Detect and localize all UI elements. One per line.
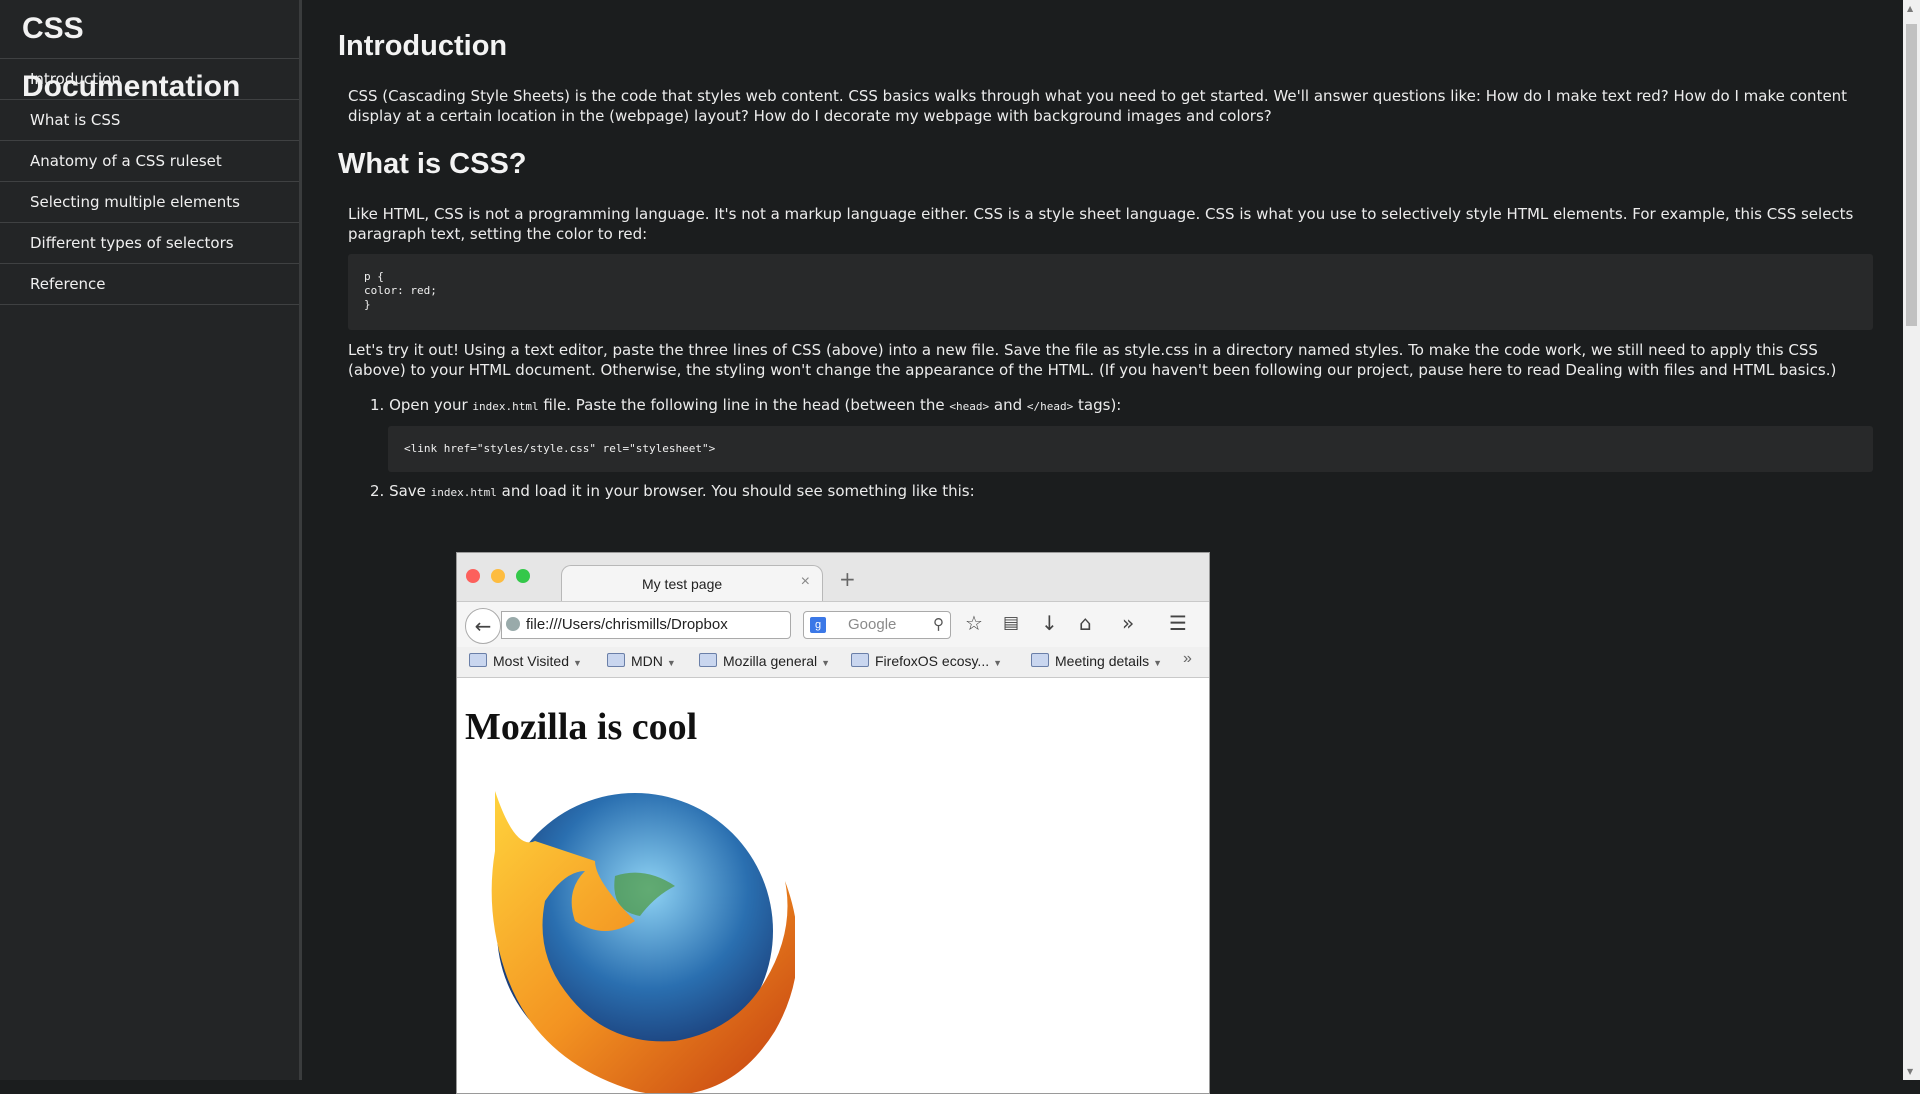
bookmarks-overflow-icon: »: [1183, 650, 1192, 667]
bookmark-mdn: MDN ▼: [607, 653, 676, 669]
zoom-dot-icon: [516, 569, 530, 583]
example-browser-screenshot: My test page × + ← file:///Users/chrismi…: [456, 552, 1210, 1094]
css-code-block: p { color: red; }: [348, 254, 1873, 330]
screenshot-search-bar: g Google ⚲: [803, 611, 951, 639]
index-html-code-2: index.html: [430, 486, 497, 499]
sidebar-item-reference[interactable]: Reference: [0, 264, 299, 305]
tab-close-icon: ×: [800, 573, 810, 590]
link-code-block: <link href="styles/style.css" rel="style…: [388, 426, 1873, 472]
what-is-css-heading: What is CSS?: [338, 148, 527, 180]
what-is-css-paragraph: Like HTML, CSS is not a programming lang…: [348, 205, 1854, 243]
firefox-logo-icon: [491, 791, 795, 1093]
screenshot-url: file:///Users/chrismills/Dropbox: [526, 616, 728, 633]
clipboard-icon: ▤: [1003, 613, 1020, 633]
new-tab-icon: +: [839, 567, 856, 591]
screenshot-titlebar: My test page × +: [457, 553, 1209, 604]
url-dropdown-icon: ▼: [788, 612, 790, 638]
sidebar-item-selector-types[interactable]: Different types of selectors: [0, 223, 299, 264]
scroll-thumb[interactable]: [1906, 24, 1917, 326]
folder-icon: [699, 653, 717, 667]
screenshot-tab-title: My test page: [642, 576, 723, 592]
try-it-paragraph: Let's try it out! Using a text editor, p…: [348, 341, 1837, 379]
bookmark-meeting-details: Meeting details ▼: [1031, 653, 1162, 669]
screenshot-page-heading: Mozilla is cool: [465, 706, 698, 748]
sidebar-title: CSS Documentation: [0, 0, 299, 103]
close-dot-icon: [466, 569, 480, 583]
css-code: p { color: red; }: [364, 270, 437, 311]
scroll-up-arrow-icon[interactable]: ▲: [1907, 4, 1913, 13]
bookmark-firefoxos: FirefoxOS ecosy... ▼: [851, 653, 1002, 669]
star-icon: ☆: [965, 611, 983, 635]
folder-icon: [469, 653, 487, 667]
folder-icon: [851, 653, 869, 667]
screenshot-toolbar: ← file:///Users/chrismills/Dropbox ▼ ↻ g…: [457, 601, 1209, 648]
screenshot-url-bar: file:///Users/chrismills/Dropbox ▼ ↻: [501, 611, 791, 639]
intro-heading: Introduction: [338, 30, 508, 62]
head-close-code: </head>: [1026, 400, 1074, 413]
download-icon: ↓: [1041, 611, 1058, 635]
sidebar-item-anatomy[interactable]: Anatomy of a CSS ruleset: [0, 141, 299, 182]
double-chevron-icon: »: [1122, 611, 1135, 635]
sidebar: CSS Documentation Introduction What is C…: [0, 0, 302, 1080]
search-icon: ⚲: [933, 616, 944, 633]
folder-icon: [1031, 653, 1049, 667]
sidebar-item-selecting-multiple[interactable]: Selecting multiple elements: [0, 182, 299, 223]
intro-paragraph: CSS (Cascading Style Sheets) is the code…: [348, 87, 1848, 125]
caret-icon: ▼: [993, 658, 1003, 668]
back-arrow-icon: ←: [465, 608, 501, 644]
caret-icon: ▼: [666, 658, 676, 668]
minimize-dot-icon: [491, 569, 505, 583]
folder-icon: [607, 653, 625, 667]
head-open-code: <head>: [949, 400, 990, 413]
screenshot-bookmarks-bar: Most Visited ▼ MDN ▼ Mozilla general ▼ Fire…: [457, 647, 1209, 678]
step-1: 1. Open your index.html file. Paste the …: [370, 396, 1122, 414]
hamburger-icon: ☰: [1169, 611, 1187, 635]
step-2: 2. Save index.html and load it in your b…: [370, 482, 975, 500]
screenshot-search-placeholder: Google: [848, 616, 897, 633]
page-scrollbar[interactable]: ▲ ▼: [1903, 0, 1920, 1080]
link-code: <link href="styles/style.css" rel="style…: [404, 442, 716, 455]
caret-icon: ▼: [573, 658, 582, 668]
bookmark-mozilla-general: Mozilla general ▼: [699, 653, 830, 669]
globe-icon: [506, 617, 520, 631]
screenshot-tab: My test page ×: [561, 565, 823, 604]
scroll-down-arrow-icon[interactable]: ▼: [1907, 1067, 1913, 1076]
caret-icon: ▼: [821, 658, 831, 668]
index-html-code: index.html: [472, 400, 539, 413]
google-icon: g: [810, 617, 826, 633]
home-icon: ⌂: [1079, 611, 1092, 635]
bookmark-most-visited: Most Visited ▼: [469, 653, 582, 669]
caret-icon: ▼: [1153, 658, 1163, 668]
